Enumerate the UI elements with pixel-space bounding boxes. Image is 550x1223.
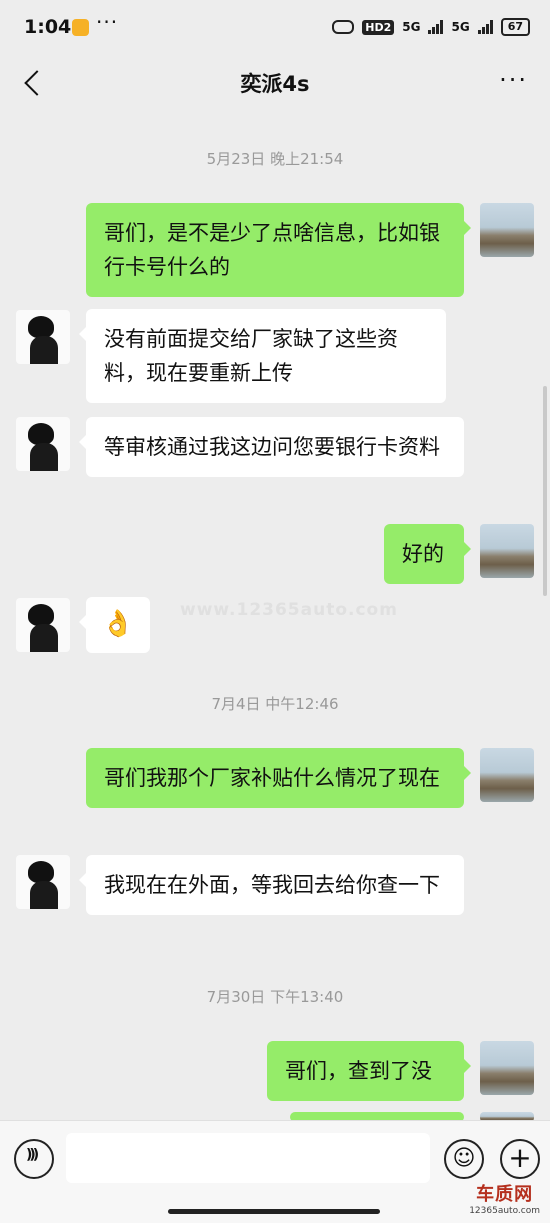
watermark: www.12365auto.com — [180, 600, 398, 620]
chat-title: 奕派4s — [240, 72, 310, 96]
my-avatar[interactable] — [480, 203, 534, 257]
hd-badge: HD2 — [362, 19, 395, 35]
message-received[interactable]: 等审核通过我这边问您要银行卡资料 — [79, 417, 464, 477]
notification-app-icon — [72, 19, 89, 36]
signal-icon — [428, 20, 444, 34]
my-avatar[interactable] — [480, 748, 534, 802]
brand-logo: 车质网 12365auto.com — [469, 1180, 540, 1216]
timestamp: 7月4日 中午12:46 — [211, 695, 339, 713]
contact-avatar[interactable] — [16, 417, 70, 471]
message-received[interactable]: 我现在在外面，等我回去给你查一下 — [79, 855, 464, 915]
more-options-icon[interactable]: ··· — [499, 66, 528, 94]
timestamp: 5月23日 晚上21:54 — [206, 150, 344, 168]
scrollbar[interactable] — [543, 386, 547, 596]
emoji-icon[interactable]: ☺ — [444, 1139, 484, 1179]
battery-icon: 67 — [500, 18, 530, 36]
message-input-bar: ☺ + — [0, 1120, 550, 1223]
contact-avatar[interactable] — [16, 855, 70, 909]
timestamp: 7月30日 下午13:40 — [206, 988, 344, 1006]
contact-avatar[interactable] — [16, 598, 70, 652]
voice-input-icon[interactable] — [14, 1139, 54, 1179]
status-more-indicator: ··· — [96, 10, 119, 34]
message-sent[interactable]: 哥们我那个厂家补贴什么情况了现在 — [86, 748, 471, 808]
link-icon — [332, 20, 355, 34]
my-avatar[interactable] — [480, 1041, 534, 1095]
home-indicator[interactable] — [168, 1209, 380, 1214]
contact-avatar[interactable] — [16, 310, 70, 364]
status-time: 1:04 — [24, 16, 72, 38]
my-avatar[interactable] — [480, 524, 534, 578]
message-sent[interactable]: 好的 — [384, 524, 471, 584]
signal-icon-2 — [477, 20, 493, 34]
more-actions-plus-icon[interactable]: + — [500, 1139, 540, 1179]
message-input[interactable] — [66, 1133, 430, 1183]
network-label-2: 5G — [451, 20, 470, 34]
brand-url: 12365auto.com — [469, 1206, 540, 1216]
status-bar: 1:04 ··· HD2 5G 5G 67 — [0, 0, 550, 56]
message-sent[interactable]: 哥们，是不是少了点啥信息，比如银行卡号什么的 — [86, 203, 471, 297]
network-label-1: 5G — [402, 20, 421, 34]
message-emoji-ok[interactable]: 👌 — [79, 597, 150, 653]
chat-header: 奕派4s ··· — [0, 56, 550, 112]
status-right-group: HD2 5G 5G 67 — [332, 18, 530, 36]
brand-name: 车质网 — [476, 1184, 534, 1205]
message-received[interactable]: 没有前面提交给厂家缺了这些资料，现在要重新上传 — [79, 309, 446, 403]
message-sent[interactable]: 哥们，查到了没 — [267, 1041, 471, 1101]
